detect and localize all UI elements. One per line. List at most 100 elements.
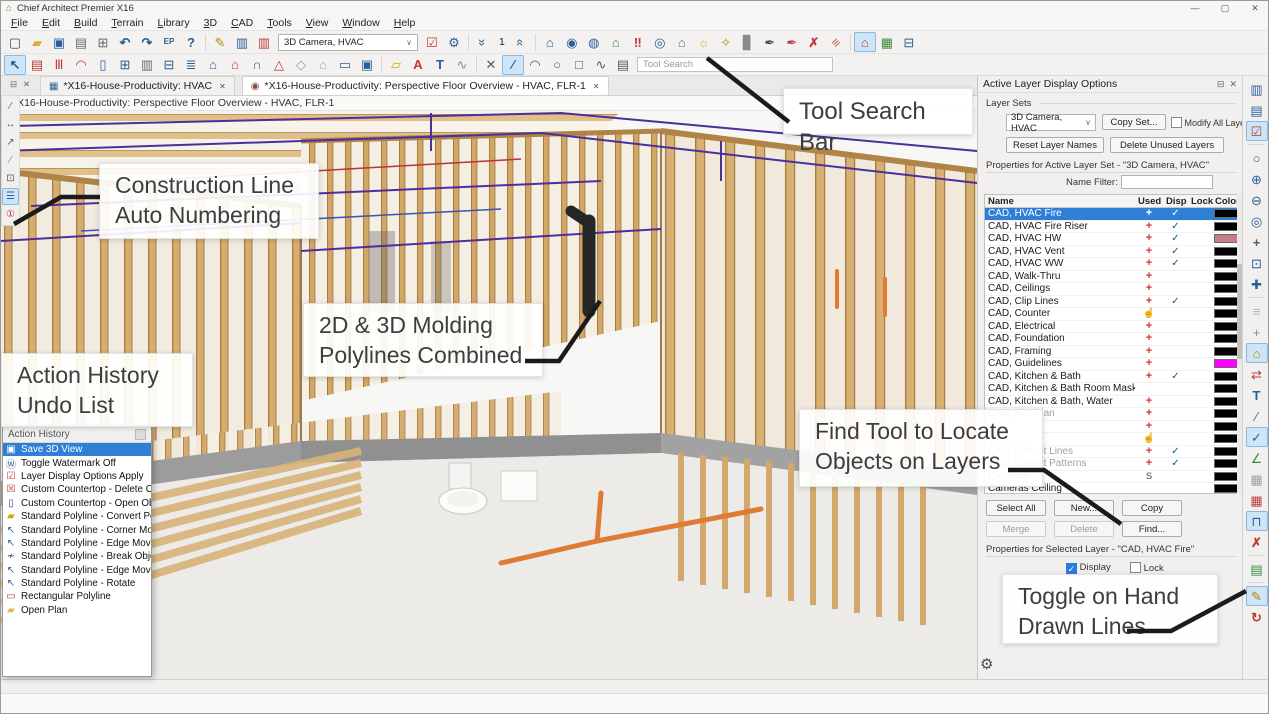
menu-tools[interactable]: Tools bbox=[260, 17, 299, 29]
menu-view[interactable]: View bbox=[299, 17, 336, 29]
stairs-icon[interactable]: ≣ bbox=[180, 55, 202, 75]
point-marker-icon[interactable]: ⊡ bbox=[2, 170, 19, 187]
reference-display-red-icon[interactable]: ▥ bbox=[253, 32, 275, 52]
build-house-icon[interactable]: ⌂ bbox=[539, 32, 561, 52]
copy-layer-button[interactable]: Copy bbox=[1122, 500, 1182, 516]
action-history-item[interactable]: ↖Standard Polyline - Corner Move bbox=[3, 523, 151, 536]
color-swatch[interactable] bbox=[1214, 397, 1240, 406]
tab-active[interactable]: ◉*X16-House-Productivity: Perspective Fl… bbox=[242, 76, 609, 95]
layer-painter-icon[interactable]: ≡ bbox=[1246, 301, 1268, 321]
layout-icon[interactable]: ⊟ bbox=[898, 32, 920, 52]
layer-display-toggle-icon[interactable]: ⌂ bbox=[854, 32, 876, 52]
grid-icon[interactable]: ▦ bbox=[1246, 469, 1268, 489]
menu-window[interactable]: Window bbox=[335, 17, 386, 29]
color-swatch[interactable] bbox=[1214, 247, 1240, 256]
layer-display-options-icon[interactable]: ☑ bbox=[1246, 121, 1268, 141]
display-check-icon[interactable]: ✓ bbox=[1163, 446, 1188, 457]
delete-tool-icon[interactable]: ✗ bbox=[1246, 532, 1268, 552]
color-swatch[interactable] bbox=[1214, 459, 1240, 468]
display-check-icon[interactable]: ✓ bbox=[1163, 371, 1188, 382]
action-history-item[interactable]: ⓌToggle Watermark Off bbox=[3, 456, 151, 469]
house-materials-icon[interactable]: ⌂ bbox=[605, 32, 627, 52]
action-history-menu-button[interactable] bbox=[135, 429, 146, 440]
railing-icon[interactable]: Ⅲ bbox=[48, 55, 70, 75]
layer-row[interactable]: CAD, Walk-Thru+ bbox=[985, 271, 1239, 284]
menu-3d[interactable]: 3D bbox=[197, 17, 224, 29]
light-icon[interactable]: ☼ bbox=[693, 32, 715, 52]
reference-display-icon[interactable]: ▥ bbox=[231, 32, 253, 52]
layer-row[interactable]: CAD, HVAC Vent+✓ bbox=[985, 246, 1239, 259]
curved-wall-icon[interactable]: ◠ bbox=[70, 55, 92, 75]
layer-row[interactable]: CAD, Guidelines+ bbox=[985, 358, 1239, 371]
hand-drawn-lines-icon[interactable]: ✎ bbox=[1246, 586, 1268, 606]
wand-icon[interactable]: ✧ bbox=[715, 32, 737, 52]
toggle-arrows-icon[interactable]: ⇄ bbox=[1246, 364, 1268, 384]
red-house-icon[interactable]: ⌂ bbox=[224, 55, 246, 75]
color-swatch[interactable] bbox=[1214, 347, 1240, 356]
color-swatch[interactable] bbox=[1214, 447, 1240, 456]
menu-file[interactable]: File bbox=[4, 17, 35, 29]
hatch-icon[interactable]: ≡ bbox=[825, 32, 847, 52]
merge-button[interactable]: Merge bbox=[986, 521, 1046, 537]
picture-icon[interactable]: ▦ bbox=[876, 32, 898, 52]
display-check-icon[interactable]: ✓ bbox=[1163, 221, 1188, 232]
menu-help[interactable]: Help bbox=[387, 17, 423, 29]
color-swatch[interactable] bbox=[1214, 372, 1240, 381]
color-swatch[interactable] bbox=[1214, 222, 1240, 231]
floor-number[interactable]: 1 bbox=[494, 36, 510, 48]
construction-autonumber-toggle-icon[interactable]: ✓ bbox=[1246, 427, 1268, 447]
polyline-icon[interactable]: ∿ bbox=[590, 55, 612, 75]
tab-close-icon[interactable]: ✕ bbox=[593, 82, 600, 91]
menu-edit[interactable]: Edit bbox=[35, 17, 67, 29]
arc-icon[interactable]: ◠ bbox=[524, 55, 546, 75]
display-check-icon[interactable]: ✓ bbox=[1163, 233, 1188, 244]
active-defaults-icon[interactable]: ☑ bbox=[421, 32, 443, 52]
color-chooser-icon[interactable]: ⌂ bbox=[1246, 343, 1268, 363]
maximize-button[interactable]: ▢ bbox=[1210, 1, 1240, 16]
color-swatch[interactable] bbox=[1214, 259, 1240, 268]
door-icon[interactable]: ▯ bbox=[92, 55, 114, 75]
action-history-item[interactable]: ▰Open Plan bbox=[3, 604, 151, 617]
menu-terrain[interactable]: Terrain bbox=[104, 17, 150, 29]
color-swatch[interactable] bbox=[1214, 209, 1240, 218]
delete-objects-icon[interactable]: ✗ bbox=[803, 32, 825, 52]
zoom-out-icon[interactable]: ⊖ bbox=[1246, 190, 1268, 210]
layer-row[interactable]: CAD, Kitchen & Bath, Water+ bbox=[985, 396, 1239, 409]
color-swatch[interactable] bbox=[1214, 434, 1240, 443]
layer-row[interactable]: CAD, Ceilings+ bbox=[985, 283, 1239, 296]
color-swatch[interactable] bbox=[1214, 234, 1240, 243]
close-button[interactable]: ✕ bbox=[1240, 1, 1269, 16]
color-swatch[interactable] bbox=[1214, 422, 1240, 431]
color-swatch[interactable] bbox=[1214, 484, 1240, 493]
layer-row[interactable]: CAD, HVAC HW+✓ bbox=[985, 233, 1239, 246]
color-swatch[interactable] bbox=[1214, 384, 1240, 393]
layer-row[interactable]: CAD, Kitchen & Bath+✓ bbox=[985, 371, 1239, 384]
color-swatch[interactable] bbox=[1214, 297, 1240, 306]
display-check-icon[interactable]: ✓ bbox=[1163, 246, 1188, 257]
library-icon[interactable]: ▥ bbox=[1246, 79, 1268, 99]
roof-plane-icon[interactable]: ◇ bbox=[290, 55, 312, 75]
ceiling-plane-icon[interactable]: ⌂ bbox=[312, 55, 334, 75]
layer-row[interactable]: CAD, HVAC WW+✓ bbox=[985, 258, 1239, 271]
tab-close-icon[interactable]: ✕ bbox=[219, 82, 226, 91]
print-preview-icon[interactable]: ⊞ bbox=[92, 32, 114, 52]
action-history-item[interactable]: ☒Custom Countertop - Delete Object bbox=[3, 483, 151, 496]
settings-gear-icon[interactable]: ⚙ bbox=[980, 655, 993, 673]
crosshair-icon[interactable]: + bbox=[1246, 322, 1268, 342]
menu-library[interactable]: Library bbox=[151, 17, 197, 29]
layer-row[interactable]: CAD, Framing+ bbox=[985, 346, 1239, 359]
open-file-icon[interactable]: ▰ bbox=[26, 32, 48, 52]
circle-icon[interactable]: ○ bbox=[546, 55, 568, 75]
close-panel-icon[interactable]: ✕ bbox=[1229, 79, 1237, 90]
wall-tools-icon[interactable]: ▤ bbox=[26, 55, 48, 75]
cabinet-icon[interactable]: ▥ bbox=[136, 55, 158, 75]
reset-layer-names-button[interactable]: Reset Layer Names bbox=[1006, 137, 1104, 153]
text-line-icon[interactable]: T bbox=[1246, 385, 1268, 405]
rect-icon[interactable]: □ bbox=[568, 55, 590, 75]
record-walkthrough-icon[interactable]: ◎ bbox=[649, 32, 671, 52]
cad-dimension-icon[interactable]: ↔ bbox=[2, 116, 19, 133]
action-history-item[interactable]: ▣Save 3D View bbox=[3, 443, 151, 456]
spray-icon[interactable]: ▊ bbox=[737, 32, 759, 52]
layer-table-header[interactable]: Name Used Disp Lock Color bbox=[985, 195, 1239, 208]
menu-build[interactable]: Build bbox=[67, 17, 104, 29]
